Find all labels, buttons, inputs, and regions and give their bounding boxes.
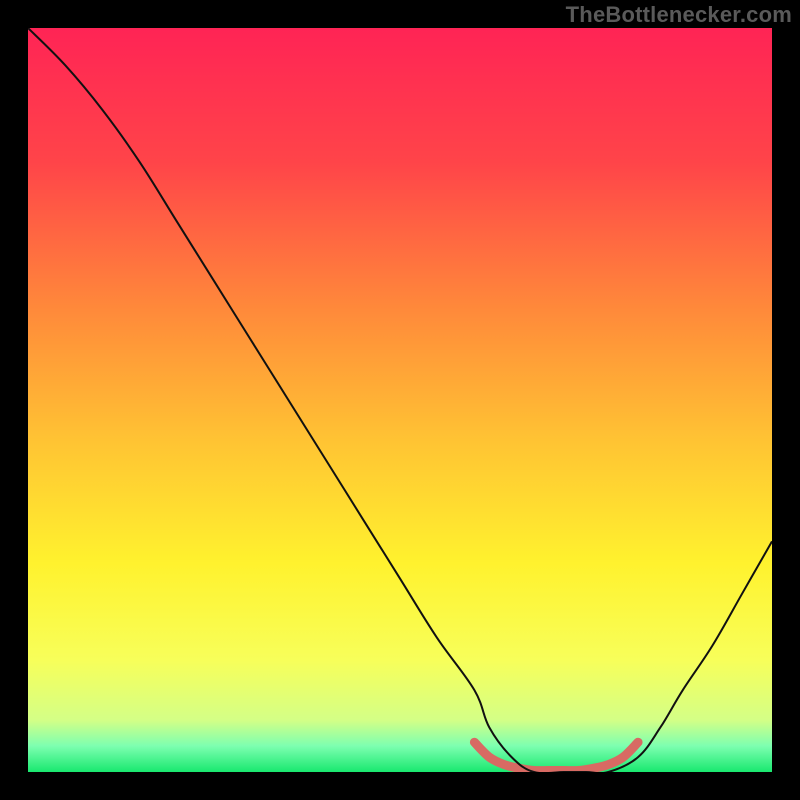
chart-svg bbox=[28, 28, 772, 772]
watermark-text: TheBottlenecker.com bbox=[566, 2, 792, 28]
chart-background-gradient bbox=[28, 28, 772, 772]
chart-plot-area bbox=[28, 28, 772, 772]
